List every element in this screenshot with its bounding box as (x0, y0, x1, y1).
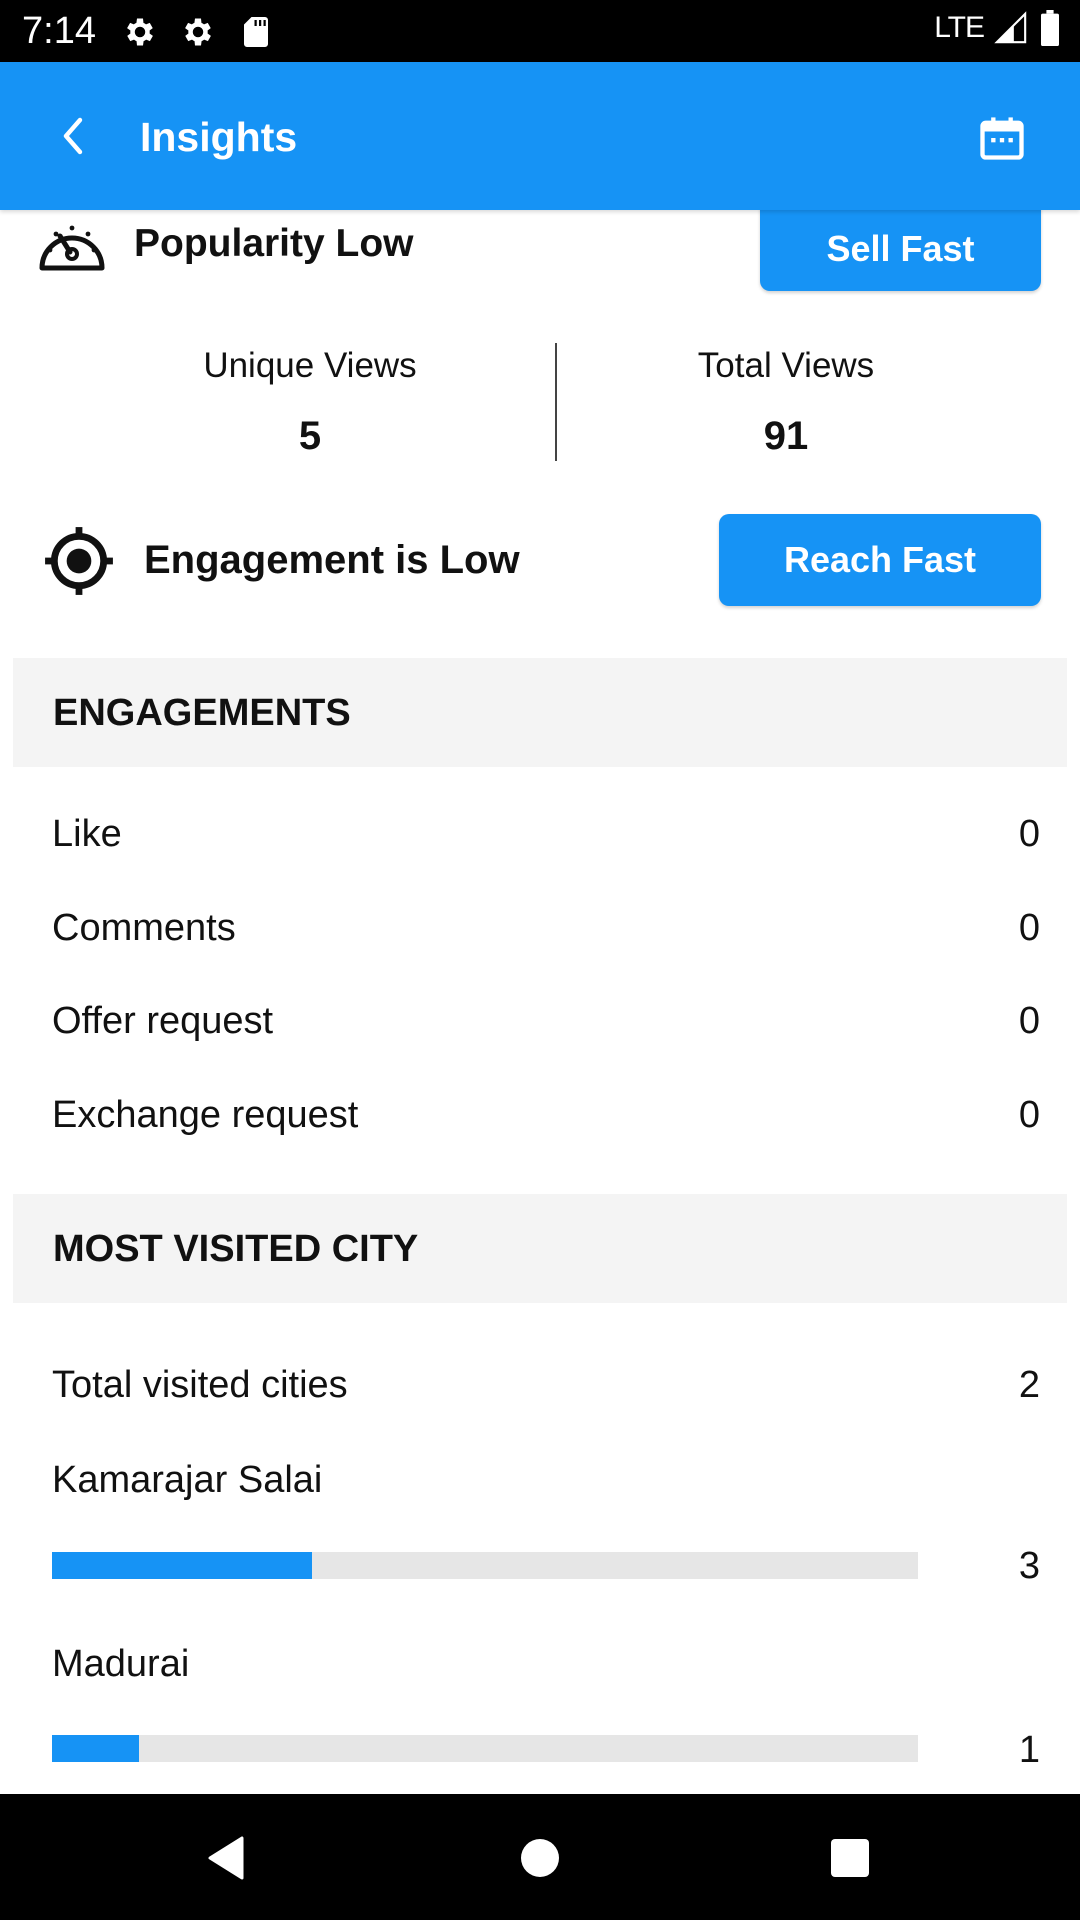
calendar-icon[interactable] (976, 112, 1028, 164)
reach-fast-button[interactable]: Reach Fast (719, 514, 1041, 606)
status-time: 7:14 (22, 10, 96, 52)
engagements-header: ENGAGEMENTS (13, 658, 1067, 767)
engagements-title: ENGAGEMENTS (53, 692, 351, 734)
total-views-value: 91 (763, 414, 809, 458)
offer-request-label: Offer request (52, 1000, 274, 1042)
city-progress-bar (52, 1735, 918, 1762)
city-visit-count: 1 (1018, 1729, 1040, 1771)
unique-views-stat: Unique Views 5 (110, 346, 510, 459)
total-visited-cities-value: 2 (1018, 1364, 1040, 1406)
sell-fast-button[interactable]: Sell Fast (760, 206, 1041, 291)
system-nav-bar (0, 1794, 1080, 1920)
city-progress-fill (52, 1735, 139, 1762)
settings-icon (185, 18, 211, 46)
target-icon (45, 527, 113, 595)
status-right: LTE (934, 10, 1062, 46)
comments-label: Comments (52, 907, 236, 949)
unique-views-label: Unique Views (203, 346, 417, 385)
city-name: Madurai (52, 1643, 190, 1685)
exchange-request-value: 0 (1018, 1094, 1040, 1136)
comments-value: 0 (1018, 907, 1040, 949)
total-views-label: Total Views (697, 346, 875, 385)
popularity-status: Popularity Low (134, 222, 414, 265)
nav-home-icon[interactable] (520, 1838, 560, 1878)
engagement-status: Engagement is Low (144, 538, 520, 582)
app-bar: Insights (0, 62, 1080, 210)
like-label: Like (52, 813, 122, 855)
unique-views-value: 5 (298, 414, 322, 458)
nav-recents-icon[interactable] (830, 1838, 870, 1878)
city-progress-bar (52, 1552, 918, 1579)
exchange-request-label: Exchange request (52, 1094, 359, 1136)
network-type: LTE (934, 11, 985, 44)
total-visited-cities-label: Total visited cities (52, 1364, 348, 1406)
city-visit-count: 3 (1018, 1545, 1040, 1587)
back-arrow-icon[interactable] (50, 112, 98, 160)
nav-back-icon[interactable] (206, 1836, 246, 1880)
page-title: Insights (140, 114, 298, 160)
settings-icon (127, 18, 153, 46)
city-progress-fill (52, 1552, 312, 1579)
signal-icon (994, 11, 1027, 44)
most-visited-city-header: MOST VISITED CITY (13, 1194, 1067, 1303)
most-visited-city-title: MOST VISITED CITY (53, 1228, 419, 1270)
battery-icon (1041, 10, 1059, 46)
like-value: 0 (1018, 813, 1040, 855)
views-divider (555, 343, 557, 461)
city-name: Kamarajar Salai (52, 1459, 323, 1501)
offer-request-value: 0 (1018, 1000, 1040, 1042)
sd-card-icon (244, 17, 268, 47)
total-views-stat: Total Views 91 (586, 346, 986, 459)
speedometer-icon (39, 225, 105, 271)
status-bar: 7:14 LTE (0, 0, 1080, 62)
